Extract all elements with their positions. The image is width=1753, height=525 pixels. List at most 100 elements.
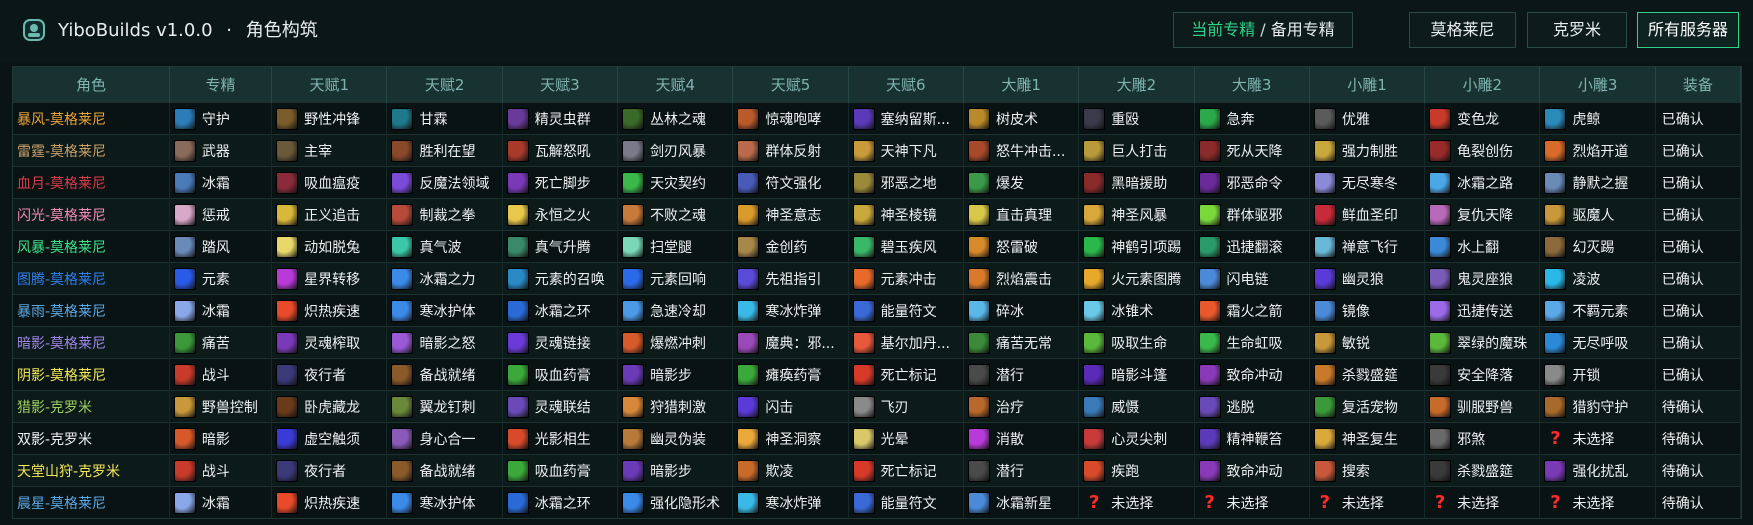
spec-cell[interactable]: 惩戒 — [169, 198, 273, 231]
table-row[interactable]: 闪光-莫格莱尼 惩戒 正义追击 制裁之拳 永恒之火 不败之魂 神圣意志 神圣棱镜 直击真理 神圣风… — [13, 198, 1742, 231]
talent-cell[interactable]: 冰霜之环 — [502, 486, 619, 518]
table-row[interactable]: 天堂山狩-克罗米 战斗 夜行者 备战就绪 吸血药膏 暗影步 欺凌 死亡标记 潜行 疾跑 致命冲动 搜索… — [13, 454, 1742, 487]
spec-current-tab[interactable]: 当前专精 — [1191, 20, 1255, 39]
talent-cell[interactable]: 碧玉疾风 — [848, 230, 964, 263]
column-header[interactable]: 天赋2 — [386, 67, 503, 103]
talent-cell[interactable]: 虚空触须 — [271, 422, 388, 455]
talent-cell[interactable]: 天灾契约 — [617, 166, 734, 199]
talent-cell[interactable]: 卧虎藏龙 — [271, 390, 388, 423]
talent-cell[interactable]: 真气升腾 — [502, 230, 619, 263]
talent-cell[interactable]: 灵魂链接 — [502, 326, 619, 359]
talent-cell[interactable]: 复活宠物 — [1309, 390, 1426, 423]
column-header[interactable]: 天赋5 — [732, 67, 849, 103]
talent-cell[interactable]: 怒雷破 — [963, 230, 1080, 263]
character-name[interactable]: 猎影-克罗米 — [13, 390, 170, 423]
spec-cell[interactable]: 暗影 — [169, 422, 273, 455]
talent-cell[interactable]: ? 未选择 — [1309, 486, 1426, 518]
talent-cell[interactable]: 鬼灵座狼 — [1424, 262, 1541, 295]
talent-cell[interactable]: 瓦解怒吼 — [502, 134, 619, 167]
column-header[interactable]: 小雕3 — [1539, 67, 1656, 103]
table-row[interactable]: 风暴-莫格莱尼 踏风 动如脱兔 真气波 真气升腾 扫堂腿 金创药 碧玉疾风 怒雷破 神鹤引项踢 迅捷… — [13, 230, 1742, 263]
talent-cell[interactable]: 基尔加丹... — [848, 326, 964, 359]
talent-cell[interactable]: 无尽呼吸 — [1539, 326, 1656, 359]
talent-cell[interactable]: 丛林之魂 — [617, 102, 734, 135]
talent-cell[interactable]: 疾跑 — [1078, 454, 1195, 487]
spec-cell[interactable]: 踏风 — [169, 230, 273, 263]
spec-cell[interactable]: 战斗 — [169, 358, 273, 391]
spec-cell[interactable]: 野兽控制 — [169, 390, 273, 423]
talent-cell[interactable]: ? 未选择 — [1194, 486, 1310, 518]
talent-cell[interactable]: 狩猎刺激 — [617, 390, 734, 423]
column-header[interactable]: 大雕3 — [1194, 67, 1310, 103]
table-row[interactable]: 暗影-莫格莱尼 痛苦 灵魂榨取 暗影之怒 灵魂链接 爆燃冲刺 魔典：邪... 基尔加丹... 痛… — [13, 326, 1742, 359]
talent-cell[interactable]: 黑暗援助 — [1078, 166, 1195, 199]
talent-cell[interactable]: 神圣复生 — [1309, 422, 1426, 455]
talent-cell[interactable]: 群体反射 — [732, 134, 849, 167]
talent-cell[interactable]: 逃脱 — [1194, 390, 1310, 423]
talent-cell[interactable]: 冰霜之环 — [502, 294, 619, 327]
talent-cell[interactable]: 强化扰乱 — [1539, 454, 1656, 487]
talent-cell[interactable]: 生命虹吸 — [1194, 326, 1310, 359]
talent-cell[interactable]: 先祖指引 — [732, 262, 849, 295]
character-name[interactable]: 暗影-莫格莱尼 — [13, 326, 170, 359]
talent-cell[interactable]: 霜火之箭 — [1194, 294, 1310, 327]
talent-cell[interactable]: 迅捷翻滚 — [1194, 230, 1310, 263]
talent-cell[interactable]: 闪电链 — [1194, 262, 1310, 295]
talent-cell[interactable]: 神鹤引项踢 — [1078, 230, 1195, 263]
spec-alternate-tab[interactable]: 备用专精 — [1271, 20, 1335, 39]
talent-cell[interactable]: 神圣棱镜 — [848, 198, 964, 231]
realm-button-all[interactable]: 所有服务器 — [1637, 12, 1739, 48]
column-header[interactable]: 角色 — [13, 67, 170, 103]
talent-cell[interactable]: 吸血药膏 — [502, 454, 619, 487]
talent-cell[interactable]: 威慑 — [1078, 390, 1195, 423]
talent-cell[interactable]: 冰霜新星 — [963, 486, 1080, 518]
talent-cell[interactable]: 冰霜之力 — [386, 262, 503, 295]
talent-cell[interactable]: 致命冲动 — [1194, 358, 1310, 391]
talent-cell[interactable]: ? 未选择 — [1424, 486, 1541, 518]
talent-cell[interactable]: 暗影之怒 — [386, 326, 503, 359]
column-header[interactable]: 天赋4 — [617, 67, 734, 103]
talent-cell[interactable]: 迅捷传送 — [1424, 294, 1541, 327]
talent-cell[interactable]: 死亡脚步 — [502, 166, 619, 199]
talent-cell[interactable]: 灵魂联结 — [502, 390, 619, 423]
talent-cell[interactable]: 复仇天降 — [1424, 198, 1541, 231]
realm-button-kromcrush[interactable]: 克罗米 — [1527, 12, 1627, 48]
talent-cell[interactable]: 冰锥术 — [1078, 294, 1195, 327]
talent-cell[interactable]: 精神鞭笞 — [1194, 422, 1310, 455]
talent-cell[interactable]: 死亡标记 — [848, 358, 964, 391]
character-name[interactable]: 雷霆-莫格莱尼 — [13, 134, 170, 167]
talent-cell[interactable]: 吸血瘟疫 — [271, 166, 388, 199]
table-row[interactable]: 雷霆-莫格莱尼 武器 主宰 胜利在望 瓦解怒吼 剑刃风暴 群体反射 天神下凡 怒牛冲击... 巨人… — [13, 134, 1742, 167]
talent-cell[interactable]: 杀戮盛筵 — [1424, 454, 1541, 487]
talent-cell[interactable]: 神圣意志 — [732, 198, 849, 231]
talent-cell[interactable]: 虎鲸 — [1539, 102, 1656, 135]
talent-cell[interactable]: 暗影步 — [617, 358, 734, 391]
talent-cell[interactable]: 强力制胜 — [1309, 134, 1426, 167]
talent-cell[interactable]: 真气波 — [386, 230, 503, 263]
talent-cell[interactable]: 变色龙 — [1424, 102, 1541, 135]
talent-cell[interactable]: 甘霖 — [386, 102, 503, 135]
talent-cell[interactable]: 元素的召唤 — [502, 262, 619, 295]
talent-cell[interactable]: 爆发 — [963, 166, 1080, 199]
talent-cell[interactable]: 直击真理 — [963, 198, 1080, 231]
talent-cell[interactable]: 能量符文 — [848, 294, 964, 327]
talent-cell[interactable]: 灵魂榨取 — [271, 326, 388, 359]
talent-cell[interactable]: 龟裂创伤 — [1424, 134, 1541, 167]
talent-cell[interactable]: 永恒之火 — [502, 198, 619, 231]
talent-cell[interactable]: 魔典：邪... — [732, 326, 849, 359]
talent-cell[interactable]: 炽热疾速 — [271, 486, 388, 518]
talent-cell[interactable]: 治疗 — [963, 390, 1080, 423]
talent-cell[interactable]: 暗影步 — [617, 454, 734, 487]
talent-cell[interactable]: 驱魔人 — [1539, 198, 1656, 231]
talent-cell[interactable]: 幽灵伪装 — [617, 422, 734, 455]
talent-cell[interactable]: 夜行者 — [271, 358, 388, 391]
table-row[interactable]: 阴影-莫格莱尼 战斗 夜行者 备战就绪 吸血药膏 暗影步 瘫痪药膏 死亡标记 潜行 暗影斗篷 致命冲… — [13, 358, 1742, 391]
talent-cell[interactable]: 镜像 — [1309, 294, 1426, 327]
talent-cell[interactable]: 不羁元素 — [1539, 294, 1656, 327]
table-row[interactable]: 双影-克罗米 暗影 虚空触须 身心合一 光影相生 幽灵伪装 神圣洞察 光晕 消散 心灵尖刺 精神鞭笞… — [13, 422, 1742, 455]
column-header[interactable]: 天赋6 — [848, 67, 964, 103]
talent-cell[interactable]: 痛苦无常 — [963, 326, 1080, 359]
talent-cell[interactable]: 能量符文 — [848, 486, 964, 518]
character-name[interactable]: 风暴-莫格莱尼 — [13, 230, 170, 263]
spec-cell[interactable]: 战斗 — [169, 454, 273, 487]
